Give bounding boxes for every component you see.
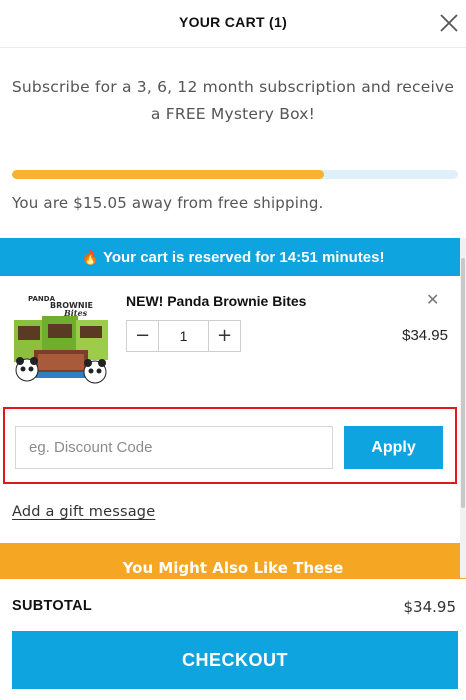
apply-discount-button[interactable]: Apply — [344, 426, 443, 469]
cart-header: YOUR CART (1) — [0, 0, 466, 48]
cart-reserved-banner: 🔥 Your cart is reserved for 14:51 minutes… — [0, 238, 466, 276]
cart-scrollbar[interactable] — [460, 238, 466, 578]
discount-code-section: Apply — [3, 407, 457, 484]
scrollbar-thumb[interactable] — [461, 258, 465, 508]
fire-icon: 🔥 — [81, 249, 99, 265]
cart-title: YOUR CART (1) — [178, 14, 288, 30]
discount-code-input[interactable] — [15, 426, 333, 469]
add-gift-message-link[interactable]: Add a gift message — [12, 504, 155, 520]
shipping-progress-bar — [12, 170, 458, 179]
cart-reserved-text: Your cart is reserved for 14:51 minutes! — [102, 249, 385, 266]
subscription-promo-line2: a FREE Mystery Box! — [150, 105, 316, 123]
subscription-promo-line1: Subscribe for a 3, 6, 12 month subscript… — [11, 78, 455, 96]
cart-line-item: PANDA BROWNIE Bites NEW! Panda Brownie B… — [0, 276, 460, 400]
subtotal-label: SUBTOTAL — [12, 598, 92, 614]
product-name[interactable]: NEW! Panda Brownie Bites — [126, 293, 306, 309]
close-icon[interactable] — [438, 12, 460, 34]
remove-item-icon[interactable]: ✕ — [426, 290, 439, 309]
shipping-progress-fill — [12, 170, 325, 179]
upsell-header: You Might Also Like These — [0, 543, 466, 579]
cart-footer: SUBTOTAL $34.95 CHECKOUT — [0, 579, 466, 700]
checkout-button[interactable]: CHECKOUT — [12, 631, 458, 689]
subtotal-value: $34.95 — [403, 598, 457, 616]
free-shipping-message: You are $15.05 away from free shipping. — [12, 194, 324, 212]
product-price: $34.95 — [402, 327, 448, 344]
subscription-promo: Subscribe for a 3, 6, 12 month subscript… — [0, 74, 466, 128]
upsell-title: You Might Also Like These — [122, 559, 344, 577]
